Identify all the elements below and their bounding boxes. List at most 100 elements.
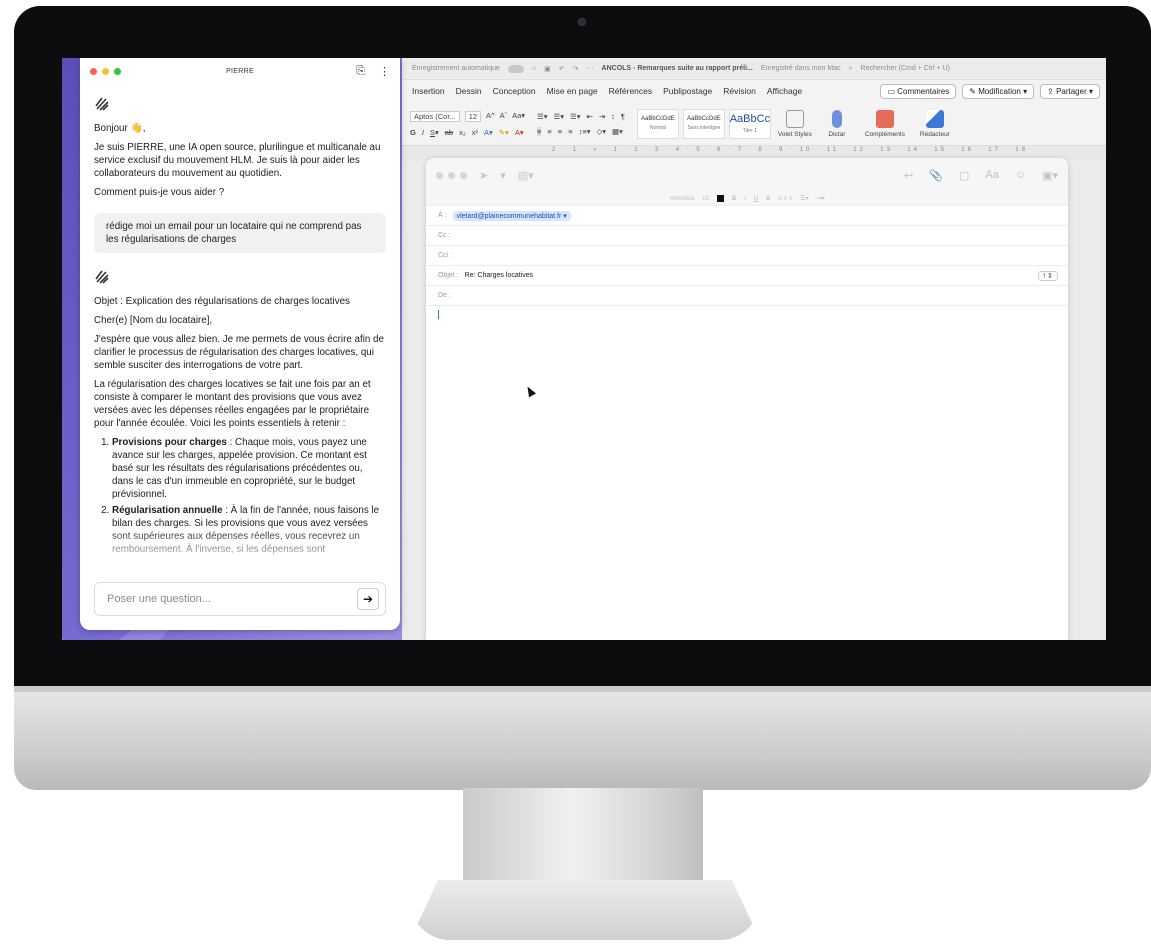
redo-icon[interactable]: ↷ <box>573 65 579 73</box>
question-input[interactable]: Poser une question... ➔ <box>94 582 386 616</box>
underline-icon[interactable]: U <box>754 196 758 202</box>
style-heading1[interactable]: AaBbCc Titre 1 <box>728 108 771 139</box>
text-effects-icon[interactable]: A▾ <box>484 128 493 137</box>
strike-icon[interactable]: S <box>766 196 770 202</box>
more-icon[interactable]: ··· <box>587 65 594 72</box>
align-row: ≡ ≡ ≡ ≡ ↕≡▾ ◇▾ ▦▾ <box>537 126 625 136</box>
close-dot[interactable] <box>436 171 443 179</box>
zoom-dot[interactable] <box>460 171 467 179</box>
emoji-icon[interactable]: ☺ <box>1015 169 1026 182</box>
shading-icon[interactable]: ◇▾ <box>596 127 606 136</box>
save-icon[interactable]: ▣ <box>544 65 551 73</box>
tab-affichage[interactable]: Affichage <box>767 86 802 96</box>
photo-icon[interactable]: ▣▾ <box>1042 169 1058 182</box>
list-icon[interactable]: ☰▾ <box>800 195 808 202</box>
search-input[interactable]: Rechercher (Cmd + Ctrl + U) <box>861 65 950 72</box>
chat-title: PIERRE <box>226 67 254 75</box>
comments-button[interactable]: ▭ Commentaires <box>880 83 957 99</box>
cc-field[interactable]: Cc : <box>426 226 1068 246</box>
undo-icon[interactable]: ↶ <box>559 65 565 73</box>
share-button[interactable]: ⇪ Partager ▾ <box>1040 83 1100 99</box>
tab-dessin[interactable]: Dessin <box>456 86 482 96</box>
bcc-field[interactable]: Cci : <box>426 246 1068 266</box>
highlight-icon[interactable]: ✎▾ <box>499 128 509 137</box>
change-case-icon[interactable]: Aa▾ <box>512 111 525 122</box>
multilevel-icon[interactable]: ☰▾ <box>570 112 581 121</box>
font-size-select[interactable]: 12 <box>702 196 709 202</box>
editor-icon <box>925 109 944 128</box>
response-paragraph: J'espère que vous allez bien. Je me perm… <box>94 334 384 371</box>
to-field[interactable]: À : vletard@plainecommunehabitat.fr ▾ <box>426 206 1068 226</box>
priority-select[interactable]: ! ⇕ <box>1038 270 1058 281</box>
font-size-select[interactable]: 12 <box>464 110 482 122</box>
question-placeholder: Poser une question... <box>107 593 211 605</box>
tab-publipostage[interactable]: Publipostage <box>663 86 712 96</box>
subject-field[interactable]: Objet : Re: Charges locatives ! ⇕ <box>426 266 1068 286</box>
bold-icon[interactable]: G <box>410 128 416 137</box>
style-name: Sans interligne <box>687 125 721 131</box>
tab-conception[interactable]: Conception <box>493 86 536 96</box>
color-swatch[interactable] <box>716 195 724 202</box>
subscript-icon[interactable]: x₂ <box>459 128 466 137</box>
bullets-icon[interactable]: ☰▾ <box>537 112 548 121</box>
word-titlebar: Enregistrement automatique ⌂ ▣ ↶ ↷ ··· A… <box>402 58 1106 80</box>
chat-messages: Bonjour 👋, Je suis PIERRE, une IA open s… <box>80 84 400 568</box>
tab-references[interactable]: Références <box>609 86 652 96</box>
strike-icon[interactable]: ab <box>445 128 453 137</box>
modification-button[interactable]: ✎ Modification ▾ <box>962 83 1035 99</box>
dictate-button[interactable]: Dictar <box>819 109 855 138</box>
new-chat-icon[interactable]: ⎘ <box>356 65 365 78</box>
align-center-icon[interactable]: ≡ <box>547 127 551 136</box>
format-bar: Helvetica 12 B I U S ≡ ≡ ≡ ☰▾ ⇥▾ <box>426 192 1068 206</box>
from-field[interactable]: De : <box>426 286 1068 306</box>
font-select[interactable]: Helvetica <box>669 196 694 202</box>
home-icon[interactable]: ⌂ <box>532 65 536 72</box>
browser-icon[interactable]: ▢ <box>959 169 969 182</box>
font-color-icon[interactable]: A▾ <box>515 128 524 137</box>
bold-icon[interactable]: B <box>732 196 736 202</box>
recipient-chip[interactable]: vletard@plainecommunehabitat.fr ▾ <box>452 210 571 221</box>
styles-pane-button[interactable]: Volet Styles <box>777 109 813 138</box>
attach-icon[interactable]: 📎 <box>929 169 943 182</box>
send-icon[interactable]: ➤ <box>479 169 488 182</box>
header-fields-icon[interactable]: ▤▾ <box>518 169 534 182</box>
indent-icon[interactable]: ⇥▾ <box>816 195 824 202</box>
align-left-icon[interactable]: ≡ <box>537 126 542 136</box>
indent-icon[interactable]: ⇥ <box>599 112 605 121</box>
tab-insertion[interactable]: Insertion <box>412 86 445 96</box>
send-button[interactable]: ➔ <box>357 588 379 610</box>
format-text-icon[interactable]: Aa <box>985 169 998 182</box>
tab-revision[interactable]: Révision <box>723 86 756 96</box>
style-normal[interactable]: AaBbCcDdE Normal <box>636 108 679 139</box>
ribbon: Aptos (Cor... 12 A^ Aˇ Aa▾ G I S▾ ab x₂ … <box>402 102 1106 146</box>
autosave-toggle[interactable] <box>507 64 524 73</box>
document-title: ANCOLS - Remarques suite au rapport prél… <box>601 65 753 72</box>
numbering-icon[interactable]: ☰▾ <box>554 112 565 121</box>
underline-icon[interactable]: S▾ <box>430 128 439 137</box>
align-icon[interactable]: ≡ ≡ ≡ <box>778 196 792 202</box>
editor-button[interactable]: Rédacteur <box>915 109 955 138</box>
justify-icon[interactable]: ≡ <box>568 127 572 136</box>
minimize-dot[interactable] <box>448 171 455 179</box>
recipient-address: vletard@plainecommunehabitat.fr <box>456 212 562 220</box>
tab-mise-en-page[interactable]: Mise en page <box>547 86 598 96</box>
superscript-icon[interactable]: x² <box>472 128 478 137</box>
style-preview: AaBbCcDdE <box>641 116 675 122</box>
style-no-spacing[interactable]: AaBbCcDdE Sans interligne <box>682 108 725 139</box>
grow-font-icon[interactable]: A^ <box>486 111 495 122</box>
send-dropdown-icon[interactable]: ▾ <box>500 169 506 182</box>
outdent-icon[interactable]: ⇤ <box>587 112 593 121</box>
pilcrow-icon[interactable]: ¶ <box>621 112 625 121</box>
reply-icon[interactable]: ↩ <box>904 169 913 182</box>
borders-icon[interactable]: ▦▾ <box>612 127 623 136</box>
addins-button[interactable]: Compléments <box>861 109 909 138</box>
align-right-icon[interactable]: ≡ <box>558 127 562 136</box>
subject-value[interactable]: Re: Charges locatives <box>465 272 533 279</box>
sort-icon[interactable]: ↕ <box>611 112 615 121</box>
shrink-font-icon[interactable]: Aˇ <box>500 111 508 122</box>
line-spacing-icon[interactable]: ↕≡▾ <box>579 127 591 136</box>
more-menu-icon[interactable]: ⋮ <box>379 65 390 78</box>
font-name-select[interactable]: Aptos (Cor... <box>410 110 460 122</box>
italic-icon[interactable]: I <box>422 128 424 137</box>
italic-icon[interactable]: I <box>744 196 746 202</box>
